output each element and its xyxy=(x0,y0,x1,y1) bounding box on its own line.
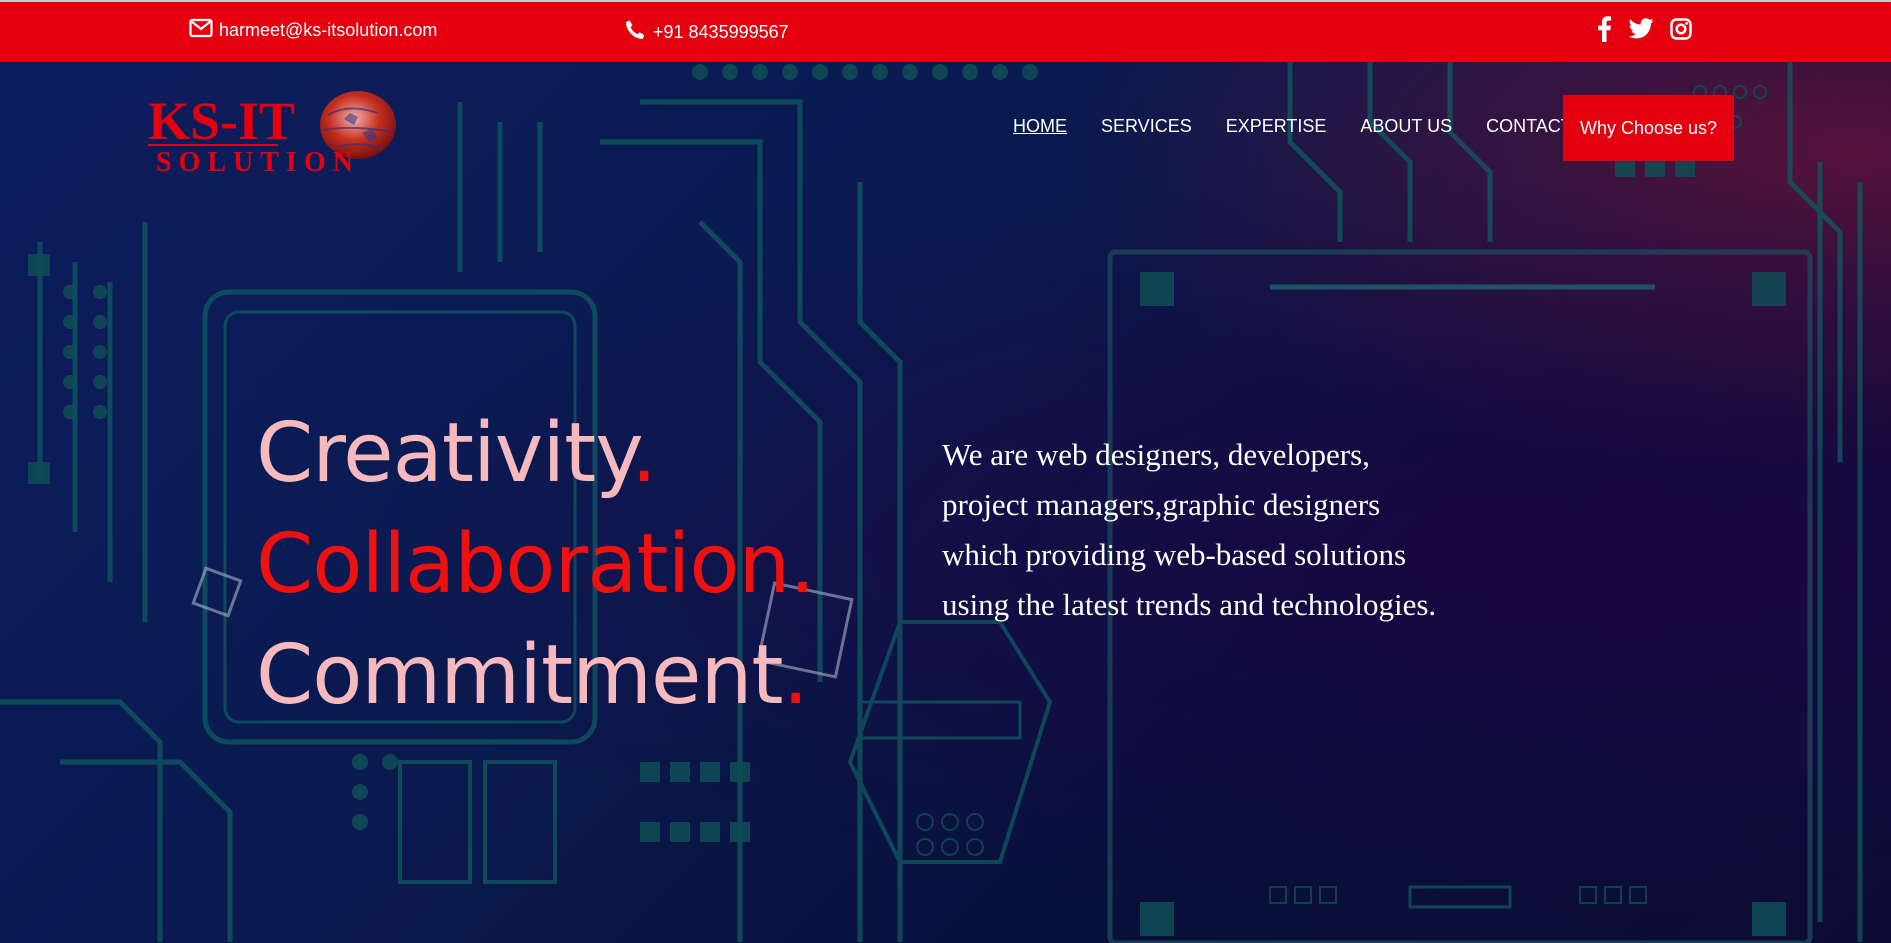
envelope-icon xyxy=(189,18,213,43)
email-contact[interactable]: harmeet@ks-itsolution.com xyxy=(189,18,437,43)
facebook-icon[interactable] xyxy=(1596,16,1612,42)
page: harmeet@ks-itsolution.com +91 8435999567 xyxy=(0,0,1891,943)
nav-services[interactable]: SERVICES xyxy=(1101,116,1192,137)
logo-text-top: KS-IT xyxy=(148,91,295,151)
hero-description: We are web designers, developers, projec… xyxy=(942,437,1437,622)
top-contact-bar: harmeet@ks-itsolution.com +91 8435999567 xyxy=(0,0,1891,62)
headline-line-collaboration: Collaboration. xyxy=(256,509,816,620)
headline-word: Creativity xyxy=(256,406,632,501)
why-choose-us-button[interactable]: Why Choose us? xyxy=(1563,95,1734,161)
headline-dot: . xyxy=(789,517,816,612)
instagram-icon[interactable] xyxy=(1670,18,1692,40)
email-text: harmeet@ks-itsolution.com xyxy=(219,20,438,40)
phone-contact[interactable]: +91 8435999567 xyxy=(623,18,789,47)
nav-about-us[interactable]: ABOUT US xyxy=(1360,116,1452,137)
headline-word: Collaboration xyxy=(256,517,790,612)
nav-home[interactable]: HOME xyxy=(1013,116,1067,137)
nav-expertise[interactable]: EXPERTISE xyxy=(1226,116,1327,137)
phone-text: +91 8435999567 xyxy=(653,22,789,42)
headline-word: Commitment xyxy=(256,628,784,723)
phone-icon xyxy=(623,18,647,47)
headline-line-creativity: Creativity. xyxy=(256,398,815,509)
hero-headline: Creativity. Collaboration. Commitment. xyxy=(256,398,816,731)
logo-text-bottom: SOLUTION xyxy=(156,147,360,177)
headline-dot: . xyxy=(631,406,657,501)
ks-it-logo[interactable]: KS-IT SOLUTION xyxy=(148,85,398,178)
social-links xyxy=(1596,16,1692,42)
main-navigation: HOME SERVICES EXPERTISE ABOUT US CONTACT… xyxy=(1013,116,1601,137)
headline-line-commitment: Commitment. xyxy=(256,620,815,731)
twitter-icon[interactable] xyxy=(1628,18,1654,40)
headline-dot: . xyxy=(782,628,809,723)
